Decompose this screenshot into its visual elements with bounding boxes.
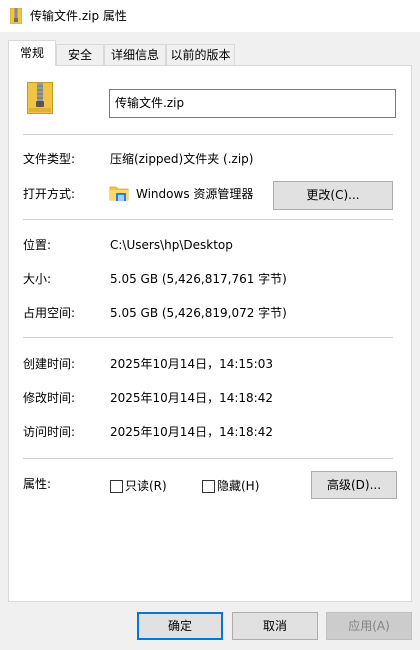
file-explorer-icon [109,186,129,201]
zip-folder-large-icon [27,82,53,114]
created-value: 2025年10月14日，14:15:03 [110,357,273,371]
advanced-button[interactable]: 高级(D)... [311,471,397,499]
separator [23,134,393,135]
file-type-label: 文件类型: [23,152,76,166]
size-on-disk-label: 占用空间: [23,306,76,320]
readonly-label[interactable]: 只读(R) [125,478,167,494]
zip-file-icon [10,8,22,24]
separator [23,458,393,459]
separator [23,337,393,338]
cancel-button[interactable]: 取消 [232,612,318,640]
accessed-label: 访问时间: [23,425,76,439]
tab-security[interactable]: 安全 [56,44,104,65]
size-label: 大小: [23,272,52,286]
attributes-label: 属性: [23,477,52,491]
window-title: 传输文件.zip 属性 [30,9,127,23]
size-value: 5.05 GB (5,426,817,761 字节) [110,272,287,286]
accessed-value: 2025年10月14日，14:18:42 [110,425,273,439]
tab-details[interactable]: 详细信息 [104,44,166,65]
tab-general[interactable]: 常规 [8,40,56,66]
file-type-value: 压缩(zipped)文件夹 (.zip) [110,152,254,166]
file-name-input[interactable]: 传输文件.zip [109,89,396,118]
separator [23,219,393,220]
size-on-disk-value: 5.05 GB (5,426,819,072 字节) [110,306,287,320]
modified-label: 修改时间: [23,391,76,405]
location-value: C:\Users\hp\Desktop [110,238,233,252]
title-bar: 传输文件.zip 属性 [0,0,420,32]
apply-button[interactable]: 应用(A) [326,612,412,640]
general-panel: 传输文件.zip 文件类型: 压缩(zipped)文件夹 (.zip) 打开方式… [8,65,412,602]
hidden-checkbox[interactable] [202,480,215,493]
ok-button[interactable]: 确定 [137,612,223,640]
location-label: 位置: [23,238,52,252]
modified-value: 2025年10月14日，14:18:42 [110,391,273,405]
change-button[interactable]: 更改(C)... [273,181,393,210]
hidden-label[interactable]: 隐藏(H) [217,478,259,494]
readonly-checkbox[interactable] [110,480,123,493]
tab-previous-versions[interactable]: 以前的版本 [166,44,235,65]
open-with-label: 打开方式: [23,187,76,201]
open-with-app: Windows 资源管理器 [136,187,254,201]
created-label: 创建时间: [23,357,76,371]
